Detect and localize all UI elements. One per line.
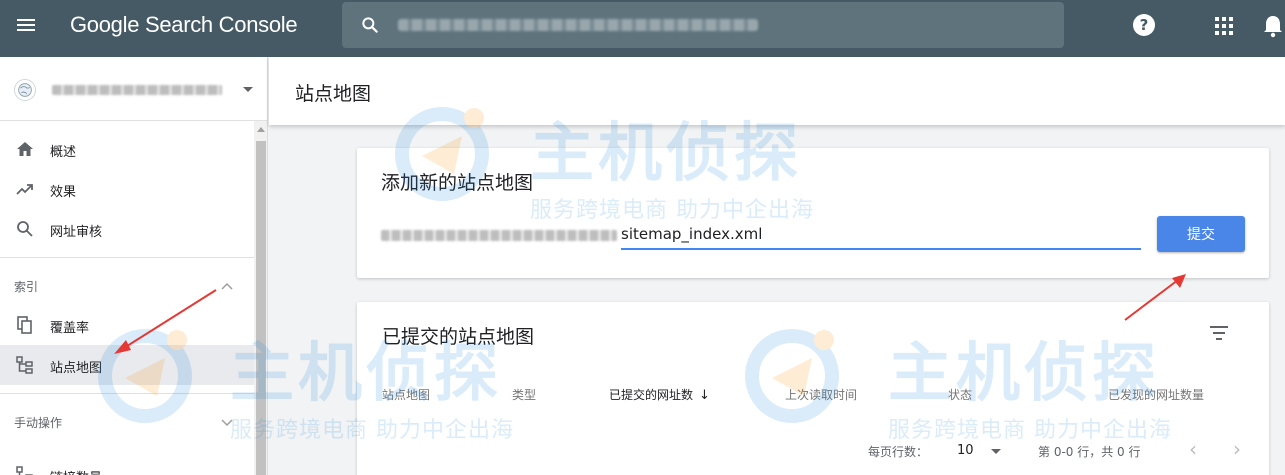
- sort-down-arrow-icon[interactable]: ↓: [699, 388, 710, 403]
- sidebar-item-url-inspection[interactable]: 网址审核: [0, 209, 254, 249]
- scroll-up-arrow-icon[interactable]: [257, 127, 265, 132]
- sidebar-item-label: 效果: [50, 185, 77, 200]
- caret-down-icon[interactable]: [243, 87, 253, 92]
- app-logo[interactable]: Google Search Console: [70, 12, 298, 38]
- search-bar[interactable]: [342, 2, 1064, 48]
- sidebar-item-label: 网址审核: [50, 225, 103, 240]
- links-icon: [16, 466, 33, 475]
- search-icon: [17, 221, 33, 237]
- column-header-sitemap[interactable]: 站点地图: [382, 386, 430, 403]
- column-header-submitted-urls[interactable]: 已提交的网址数 ↓: [609, 386, 710, 403]
- column-header-type[interactable]: 类型: [512, 386, 536, 403]
- copy-icon: [17, 316, 32, 334]
- sidebar-item-overview[interactable]: 概述: [0, 129, 254, 169]
- chevron-up-icon[interactable]: [220, 279, 234, 293]
- sidebar-item-performance[interactable]: 效果: [0, 169, 254, 209]
- next-page-chevron-icon[interactable]: ›: [1225, 438, 1249, 462]
- sitemap-icon: [16, 356, 33, 374]
- sitemap-url-input[interactable]: [621, 222, 1141, 250]
- home-icon: [17, 142, 33, 156]
- top-app-bar: Google Search Console ?: [0, 0, 1285, 57]
- search-icon[interactable]: [360, 15, 380, 35]
- submitted-sitemaps-title: 已提交的站点地图: [382, 326, 535, 348]
- filter-icon[interactable]: [1210, 324, 1232, 342]
- chevron-down-icon[interactable]: [220, 415, 234, 429]
- property-redacted-name: [52, 85, 222, 95]
- trending-up-icon: [16, 184, 33, 195]
- pagination-range: 第 0-0 行，共 0 行: [1038, 445, 1141, 459]
- globe-icon: [14, 79, 36, 101]
- submit-button[interactable]: 提交: [1157, 216, 1245, 252]
- watermark-logo-icon: [98, 329, 192, 423]
- apps-grid-icon[interactable]: [1215, 17, 1233, 35]
- column-header-status[interactable]: 状态: [948, 386, 972, 403]
- page-title: 站点地图: [295, 83, 372, 105]
- url-prefix-redacted: [381, 230, 617, 241]
- watermark-logo-icon: [395, 107, 489, 201]
- sidebar-item-label: 链接数量: [50, 467, 102, 475]
- sidebar-item-links[interactable]: 链接数量: [0, 455, 254, 475]
- prev-page-chevron-icon[interactable]: ‹: [1181, 438, 1205, 462]
- notifications-bell-icon[interactable]: [1262, 14, 1284, 38]
- column-header-discovered-urls[interactable]: 已发现的网址数量: [1108, 386, 1204, 403]
- sidebar-divider: [0, 257, 254, 258]
- menu-icon[interactable]: [14, 16, 38, 40]
- property-selector[interactable]: [0, 57, 267, 121]
- sidebar-item-label: 覆盖率: [50, 321, 90, 336]
- rows-per-page-label: 每页行数：: [868, 445, 929, 459]
- help-icon[interactable]: ?: [1133, 14, 1155, 36]
- sidebar-item-label: 概述: [50, 145, 77, 160]
- column-header-label: 已提交的网址数: [609, 388, 694, 402]
- search-input[interactable]: [396, 14, 1036, 36]
- rows-per-page-select[interactable]: 10: [957, 438, 1007, 462]
- caret-down-icon: [991, 449, 1001, 454]
- scrollbar-thumb[interactable]: [256, 141, 266, 475]
- sidebar-scrollbar[interactable]: [254, 121, 267, 475]
- section-label-index: 索引: [14, 280, 39, 294]
- watermark-logo-icon: [745, 329, 839, 423]
- section-label-manual-actions: 手动操作: [14, 416, 63, 430]
- rows-per-page-value: 10: [957, 443, 974, 458]
